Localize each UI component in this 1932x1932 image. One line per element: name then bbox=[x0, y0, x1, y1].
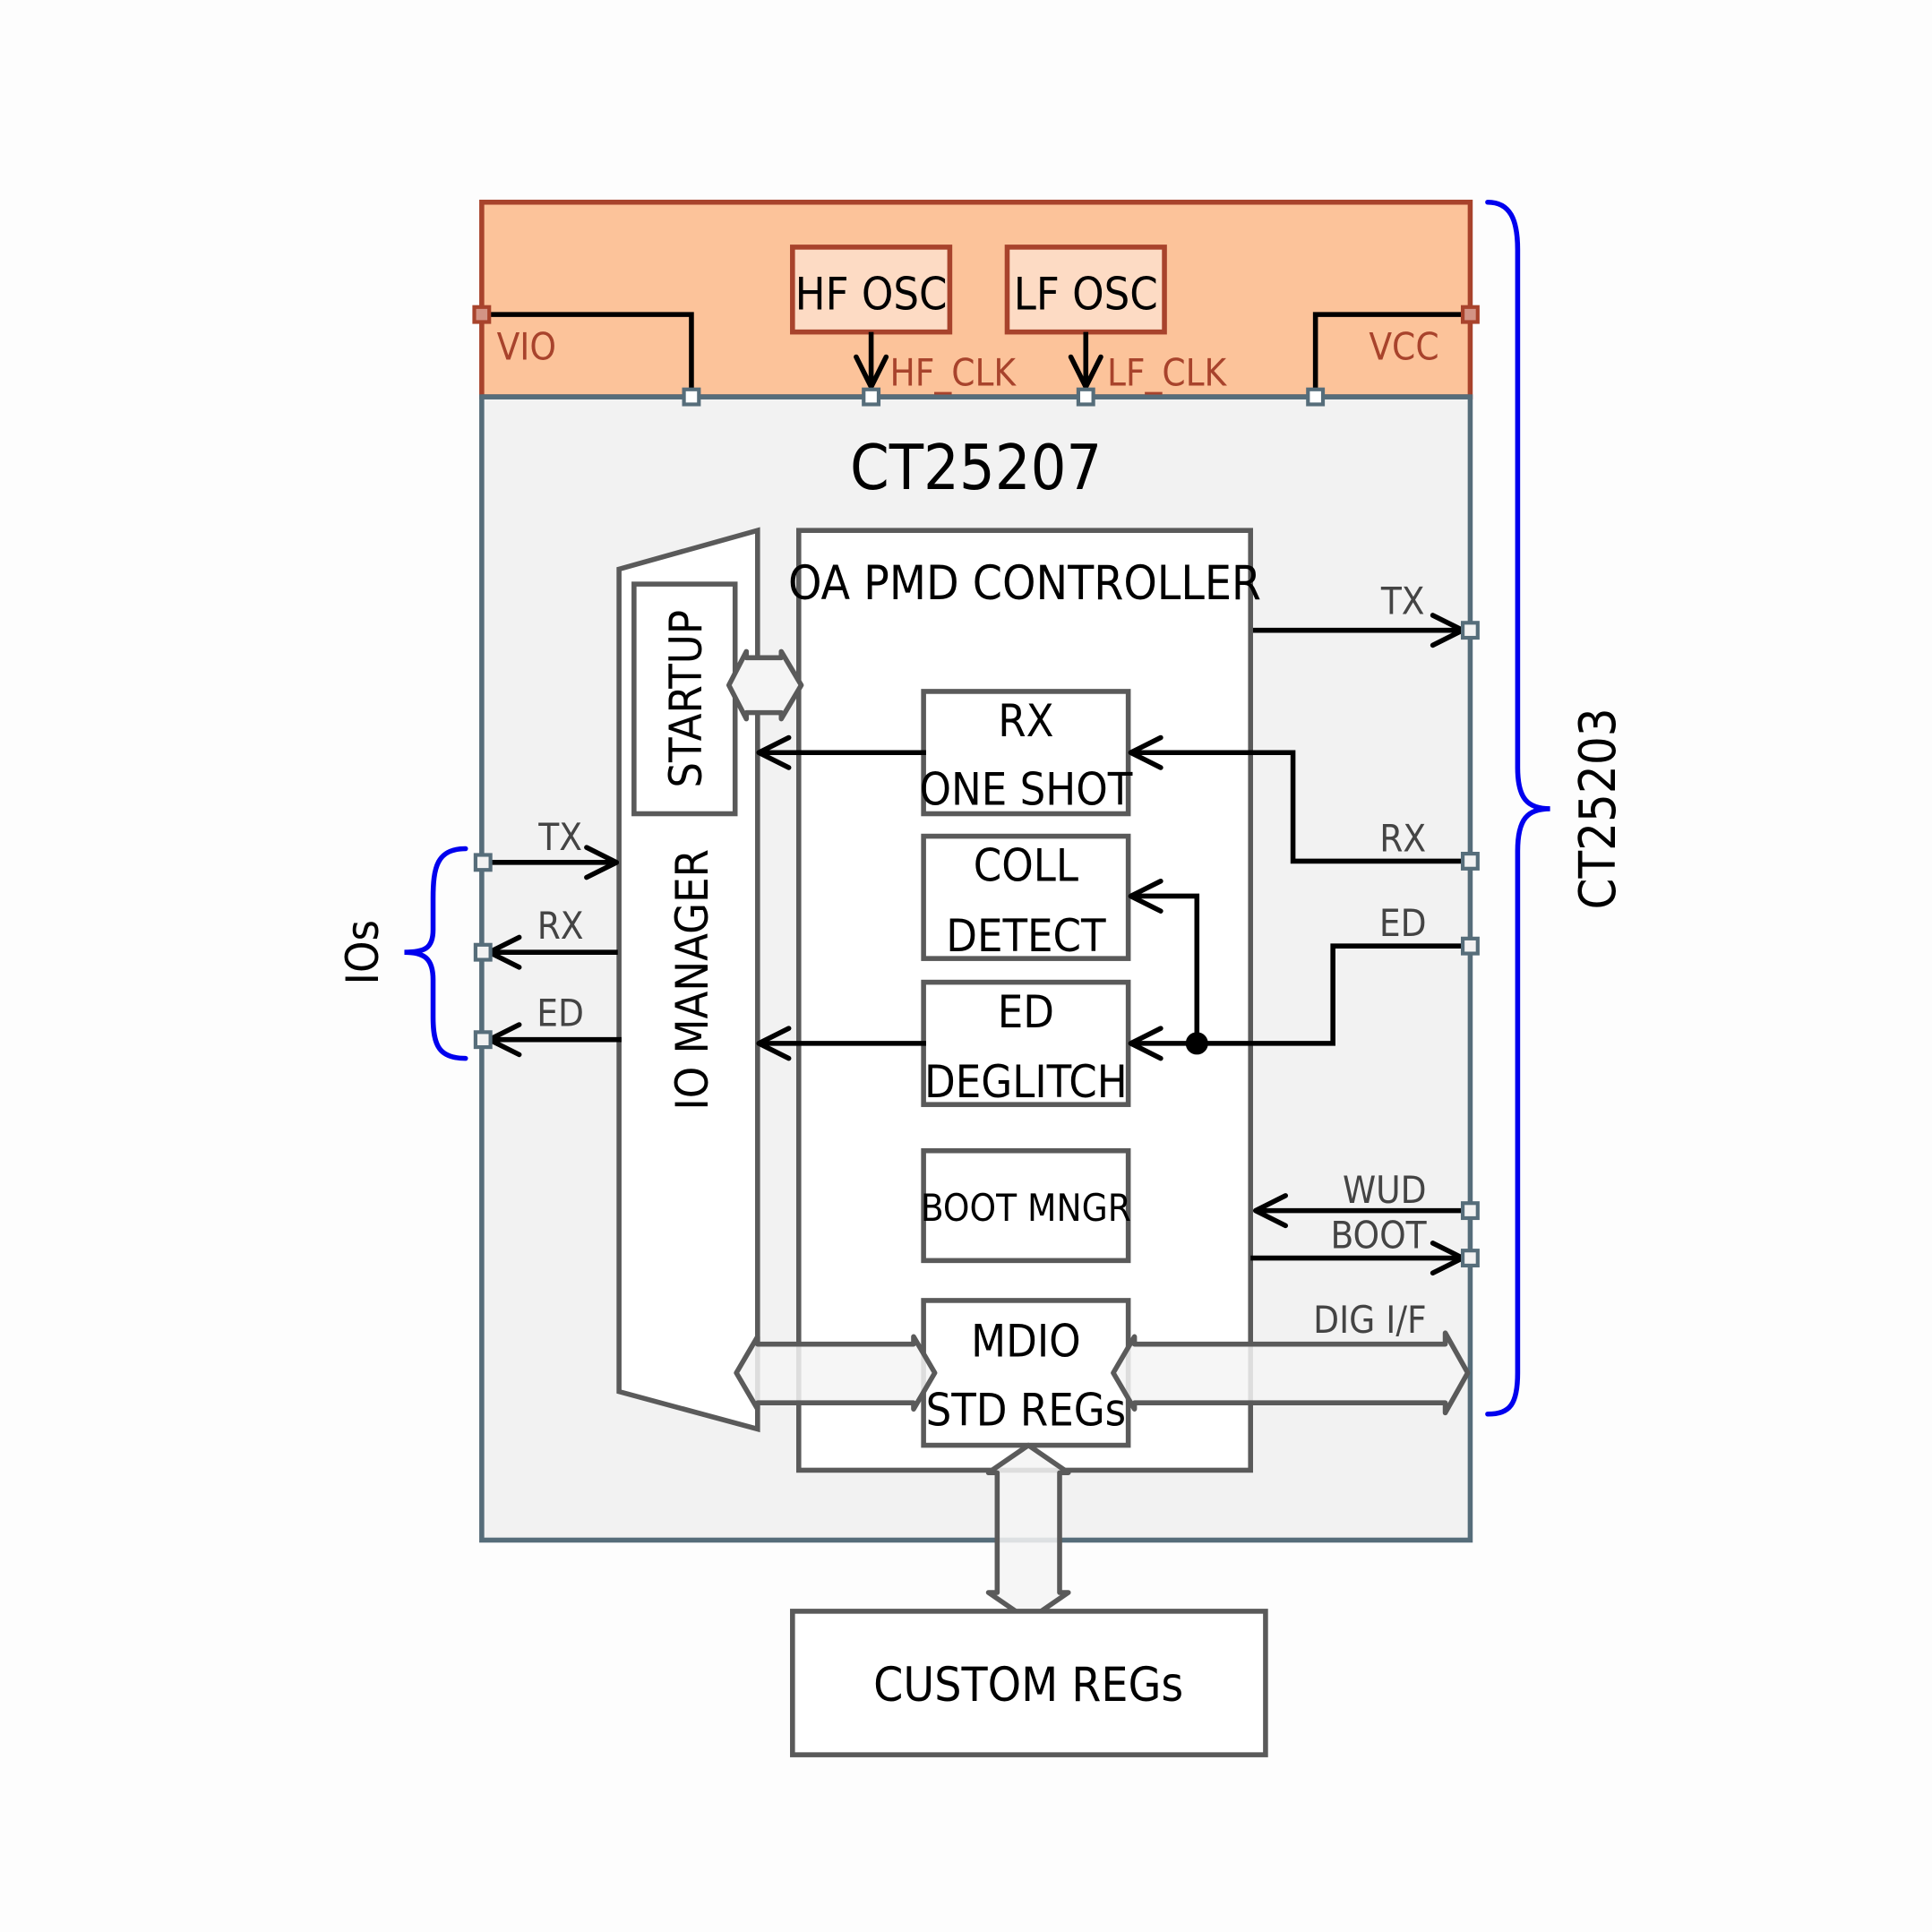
vio-internal-pin bbox=[682, 387, 701, 407]
ios-brace bbox=[404, 846, 468, 1061]
rx-one-shot-line1: RX bbox=[998, 694, 1053, 747]
io-mdio-bus-arrow bbox=[734, 1334, 938, 1412]
lf-osc-block[interactable]: LF OSC bbox=[1004, 245, 1167, 335]
right-wud-label: WUD bbox=[1343, 1168, 1427, 1212]
chip-title: CT25207 bbox=[850, 432, 1102, 504]
ios-label: IOs bbox=[336, 920, 389, 984]
mdio-line2: STD REGs bbox=[926, 1383, 1127, 1436]
controller-title: OA PMD CONTROLLER bbox=[788, 556, 1261, 611]
hf-clk-label: HF_CLK bbox=[890, 351, 1018, 395]
ed-deglitch-block[interactable]: ED DEGLITCH bbox=[921, 979, 1131, 1108]
left-tx-pin[interactable] bbox=[473, 853, 493, 872]
hf-osc-block[interactable]: HF OSC bbox=[790, 245, 953, 335]
ed-deglitch-line1: ED bbox=[998, 985, 1054, 1038]
mdio-line1: MDIO bbox=[971, 1315, 1081, 1368]
ct25203-brace bbox=[1485, 199, 1550, 1417]
right-tx-label: TX bbox=[1380, 580, 1425, 623]
left-tx-label: TX bbox=[537, 815, 582, 859]
right-boot-pin[interactable] bbox=[1460, 1249, 1480, 1268]
rx-one-shot-line2: ONE SHOT bbox=[920, 763, 1133, 816]
hf-osc-label: HF OSC bbox=[795, 268, 948, 321]
right-dig-if-label: DIG I/F bbox=[1313, 1298, 1427, 1342]
vcc-internal-pin bbox=[1306, 387, 1326, 407]
lf-osc-label: LF OSC bbox=[1014, 268, 1158, 321]
junction-dot bbox=[1185, 1032, 1208, 1055]
hf-clk-pin bbox=[862, 387, 881, 407]
vio-label: VIO bbox=[497, 324, 556, 368]
right-ed-pin[interactable] bbox=[1460, 936, 1480, 956]
vcc-pin[interactable] bbox=[1460, 305, 1480, 324]
left-rx-label: RX bbox=[537, 904, 584, 948]
left-rx-pin[interactable] bbox=[473, 942, 493, 962]
right-wud-pin[interactable] bbox=[1460, 1201, 1480, 1221]
ct25203-label: CT25203 bbox=[1569, 708, 1627, 909]
startup-label: STARTUP bbox=[659, 610, 712, 788]
block-diagram: HF OSC LF OSC HF_CLK LF_CLK VIO VCC CT25… bbox=[336, 199, 1627, 1757]
custom-regs-label: CUSTOM REGs bbox=[873, 1658, 1183, 1713]
left-ed-pin[interactable] bbox=[473, 1030, 493, 1050]
mdio-std-regs-block[interactable]: MDIO STD REGs bbox=[921, 1298, 1131, 1448]
boot-mngr-block[interactable]: BOOT MNGR bbox=[921, 1147, 1131, 1264]
rx-one-shot-block[interactable]: RX ONE SHOT bbox=[920, 689, 1133, 817]
right-rx-label: RX bbox=[1379, 816, 1426, 860]
lf-clk-pin bbox=[1076, 387, 1095, 407]
right-rx-pin[interactable] bbox=[1460, 852, 1480, 871]
coll-detect-block[interactable]: COLL DETECT bbox=[921, 833, 1131, 962]
right-boot-label: BOOT bbox=[1330, 1213, 1427, 1257]
dig-if-bus-arrow bbox=[1111, 1330, 1471, 1416]
custom-regs-block[interactable]: CUSTOM REGs bbox=[790, 1609, 1268, 1757]
vcc-label: VCC bbox=[1369, 324, 1438, 368]
right-tx-pin[interactable] bbox=[1460, 621, 1480, 640]
coll-detect-line1: COLL bbox=[974, 839, 1078, 892]
coll-detect-line2: DETECT bbox=[946, 909, 1106, 962]
vio-pin[interactable] bbox=[472, 305, 492, 324]
ed-deglitch-line2: DEGLITCH bbox=[924, 1055, 1128, 1108]
startup-block[interactable]: STARTUP bbox=[631, 581, 738, 817]
io-manager-label: IO MANAGER bbox=[665, 849, 718, 1110]
right-ed-label: ED bbox=[1379, 901, 1427, 945]
boot-mngr-label: BOOT MNGR bbox=[921, 1186, 1131, 1230]
lf-clk-label: LF_CLK bbox=[1107, 351, 1228, 395]
custom-regs-bus-arrow bbox=[985, 1442, 1071, 1623]
left-ed-label: ED bbox=[537, 991, 584, 1035]
